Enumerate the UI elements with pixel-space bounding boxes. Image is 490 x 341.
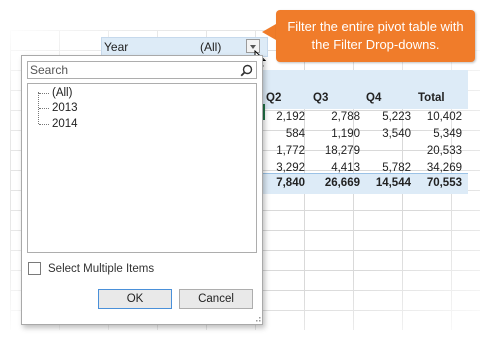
pivot-header-q3: Q3	[313, 92, 329, 104]
pivot-cell-q4[interactable]: 3,540	[363, 128, 411, 140]
tree-item-all[interactable]: (All)	[52, 87, 72, 99]
search-box[interactable]	[27, 61, 257, 79]
callout-text: Filter the entire pivot table with the F…	[287, 19, 464, 52]
pivot-total-q3[interactable]: 26,669	[308, 177, 360, 189]
resize-grip-icon[interactable]	[253, 315, 261, 323]
pivot-cell-q2[interactable]: 584	[259, 128, 305, 140]
tree-stub	[39, 108, 49, 109]
pivot-cell-q4[interactable]: 5,223	[363, 111, 411, 123]
select-multiple-checkbox[interactable]	[28, 262, 41, 275]
pivot-cell-total[interactable]: 34,269	[412, 162, 462, 174]
pivot-cell-q3[interactable]: 4,413	[308, 162, 360, 174]
pivot-cell-q4[interactable]: 5,782	[363, 162, 411, 174]
select-multiple-items[interactable]: Select Multiple Items	[28, 262, 154, 275]
filter-field-value: (All)	[200, 40, 222, 54]
pivot-cell-total[interactable]: 5,349	[412, 128, 462, 140]
pivot-total-total[interactable]: 70,553	[412, 177, 462, 189]
ok-button[interactable]: OK	[98, 289, 172, 309]
pivot-cell-q2[interactable]: 3,292	[259, 162, 305, 174]
pivot-header-total: Total	[418, 92, 445, 104]
pivot-cell-q2[interactable]: 1,772	[259, 145, 305, 157]
pivot-cell-total[interactable]: 20,533	[412, 145, 462, 157]
pivot-cell-q2[interactable]: 2,192	[259, 111, 305, 123]
tree-item-2014[interactable]: 2014	[52, 118, 78, 130]
pivot-total-q4[interactable]: 14,544	[363, 177, 411, 189]
tree-item-2013[interactable]: 2013	[52, 102, 78, 114]
search-input[interactable]	[30, 62, 235, 78]
select-multiple-label: Select Multiple Items	[48, 262, 155, 275]
tree-stub	[39, 93, 49, 94]
filter-dropdown-panel: (All) 2013 2014 Select Multiple Items OK…	[21, 55, 263, 325]
pivot-total-q2[interactable]: 7,840	[259, 177, 305, 189]
item-tree[interactable]: (All) 2013 2014	[27, 83, 257, 253]
pivot-cell-q3[interactable]: 2,788	[308, 111, 360, 123]
pivot-header-q4: Q4	[366, 92, 382, 104]
pivot-cell-q3[interactable]: 18,279	[308, 145, 360, 157]
callout-box: Filter the entire pivot table with the F…	[276, 10, 475, 62]
pivot-cell-total[interactable]: 10,402	[412, 111, 462, 123]
filter-field-label: Year	[104, 40, 129, 54]
search-icon	[240, 64, 253, 77]
cancel-button[interactable]: Cancel	[179, 289, 253, 309]
pivot-header-q2: Q2	[266, 92, 282, 104]
callout-pointer	[262, 24, 276, 40]
pivot-cell-q3[interactable]: 1,190	[308, 128, 360, 140]
tree-stub	[39, 124, 49, 125]
